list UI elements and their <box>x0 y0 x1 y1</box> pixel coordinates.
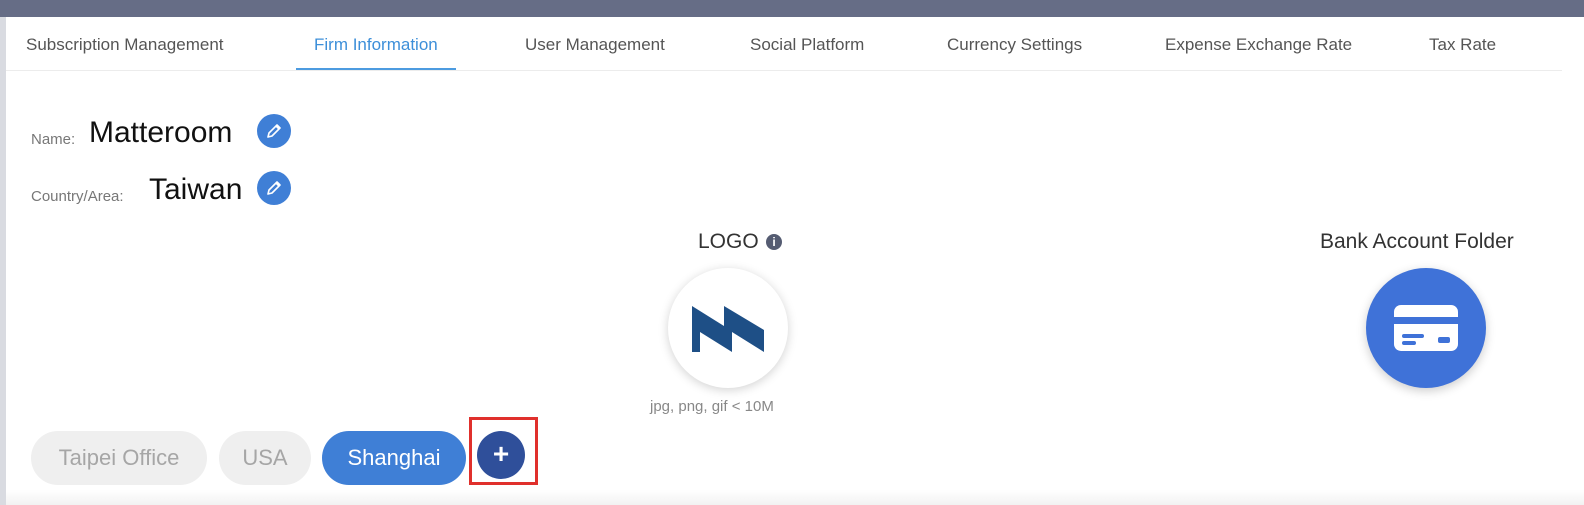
tab-social-platform[interactable]: Social Platform <box>750 17 864 70</box>
credit-card-icon <box>1394 305 1458 351</box>
logo-file-hint: jpg, png, gif < 10M <box>650 398 774 415</box>
logo-title: LOGO <box>698 230 759 253</box>
country-label: Country/Area: <box>31 188 124 205</box>
info-icon[interactable]: i <box>766 234 782 250</box>
tab-expense-exchange-rate[interactable]: Expense Exchange Rate <box>1165 17 1352 70</box>
settings-tabs: Subscription Management Firm Information… <box>6 17 1562 71</box>
bank-account-folder-button[interactable] <box>1366 268 1486 388</box>
tab-user-management[interactable]: User Management <box>525 17 665 70</box>
tab-subscription-management[interactable]: Subscription Management <box>26 17 224 70</box>
tab-firm-information[interactable]: Firm Information <box>296 17 456 70</box>
pencil-icon <box>267 124 281 138</box>
edit-country-button[interactable] <box>257 171 291 205</box>
firm-logo-image <box>692 306 764 352</box>
pencil-icon <box>267 181 281 195</box>
tab-tax-rate[interactable]: Tax Rate <box>1429 17 1496 70</box>
add-office-button[interactable]: + <box>477 431 525 479</box>
office-tab-usa[interactable]: USA <box>219 431 311 485</box>
country-value: Taiwan <box>149 173 243 206</box>
top-bar <box>0 0 1584 17</box>
logo-upload[interactable] <box>668 268 788 388</box>
office-tab-taipei[interactable]: Taipei Office <box>31 431 207 485</box>
office-tab-shanghai[interactable]: Shanghai <box>322 431 466 485</box>
bottom-shadow <box>6 490 1584 505</box>
bank-account-folder-title: Bank Account Folder <box>1320 230 1514 253</box>
edit-name-button[interactable] <box>257 114 291 148</box>
firm-name-value: Matteroom <box>89 116 233 149</box>
tab-currency-settings[interactable]: Currency Settings <box>947 17 1082 70</box>
left-border <box>0 17 6 505</box>
name-label: Name: <box>31 131 76 148</box>
